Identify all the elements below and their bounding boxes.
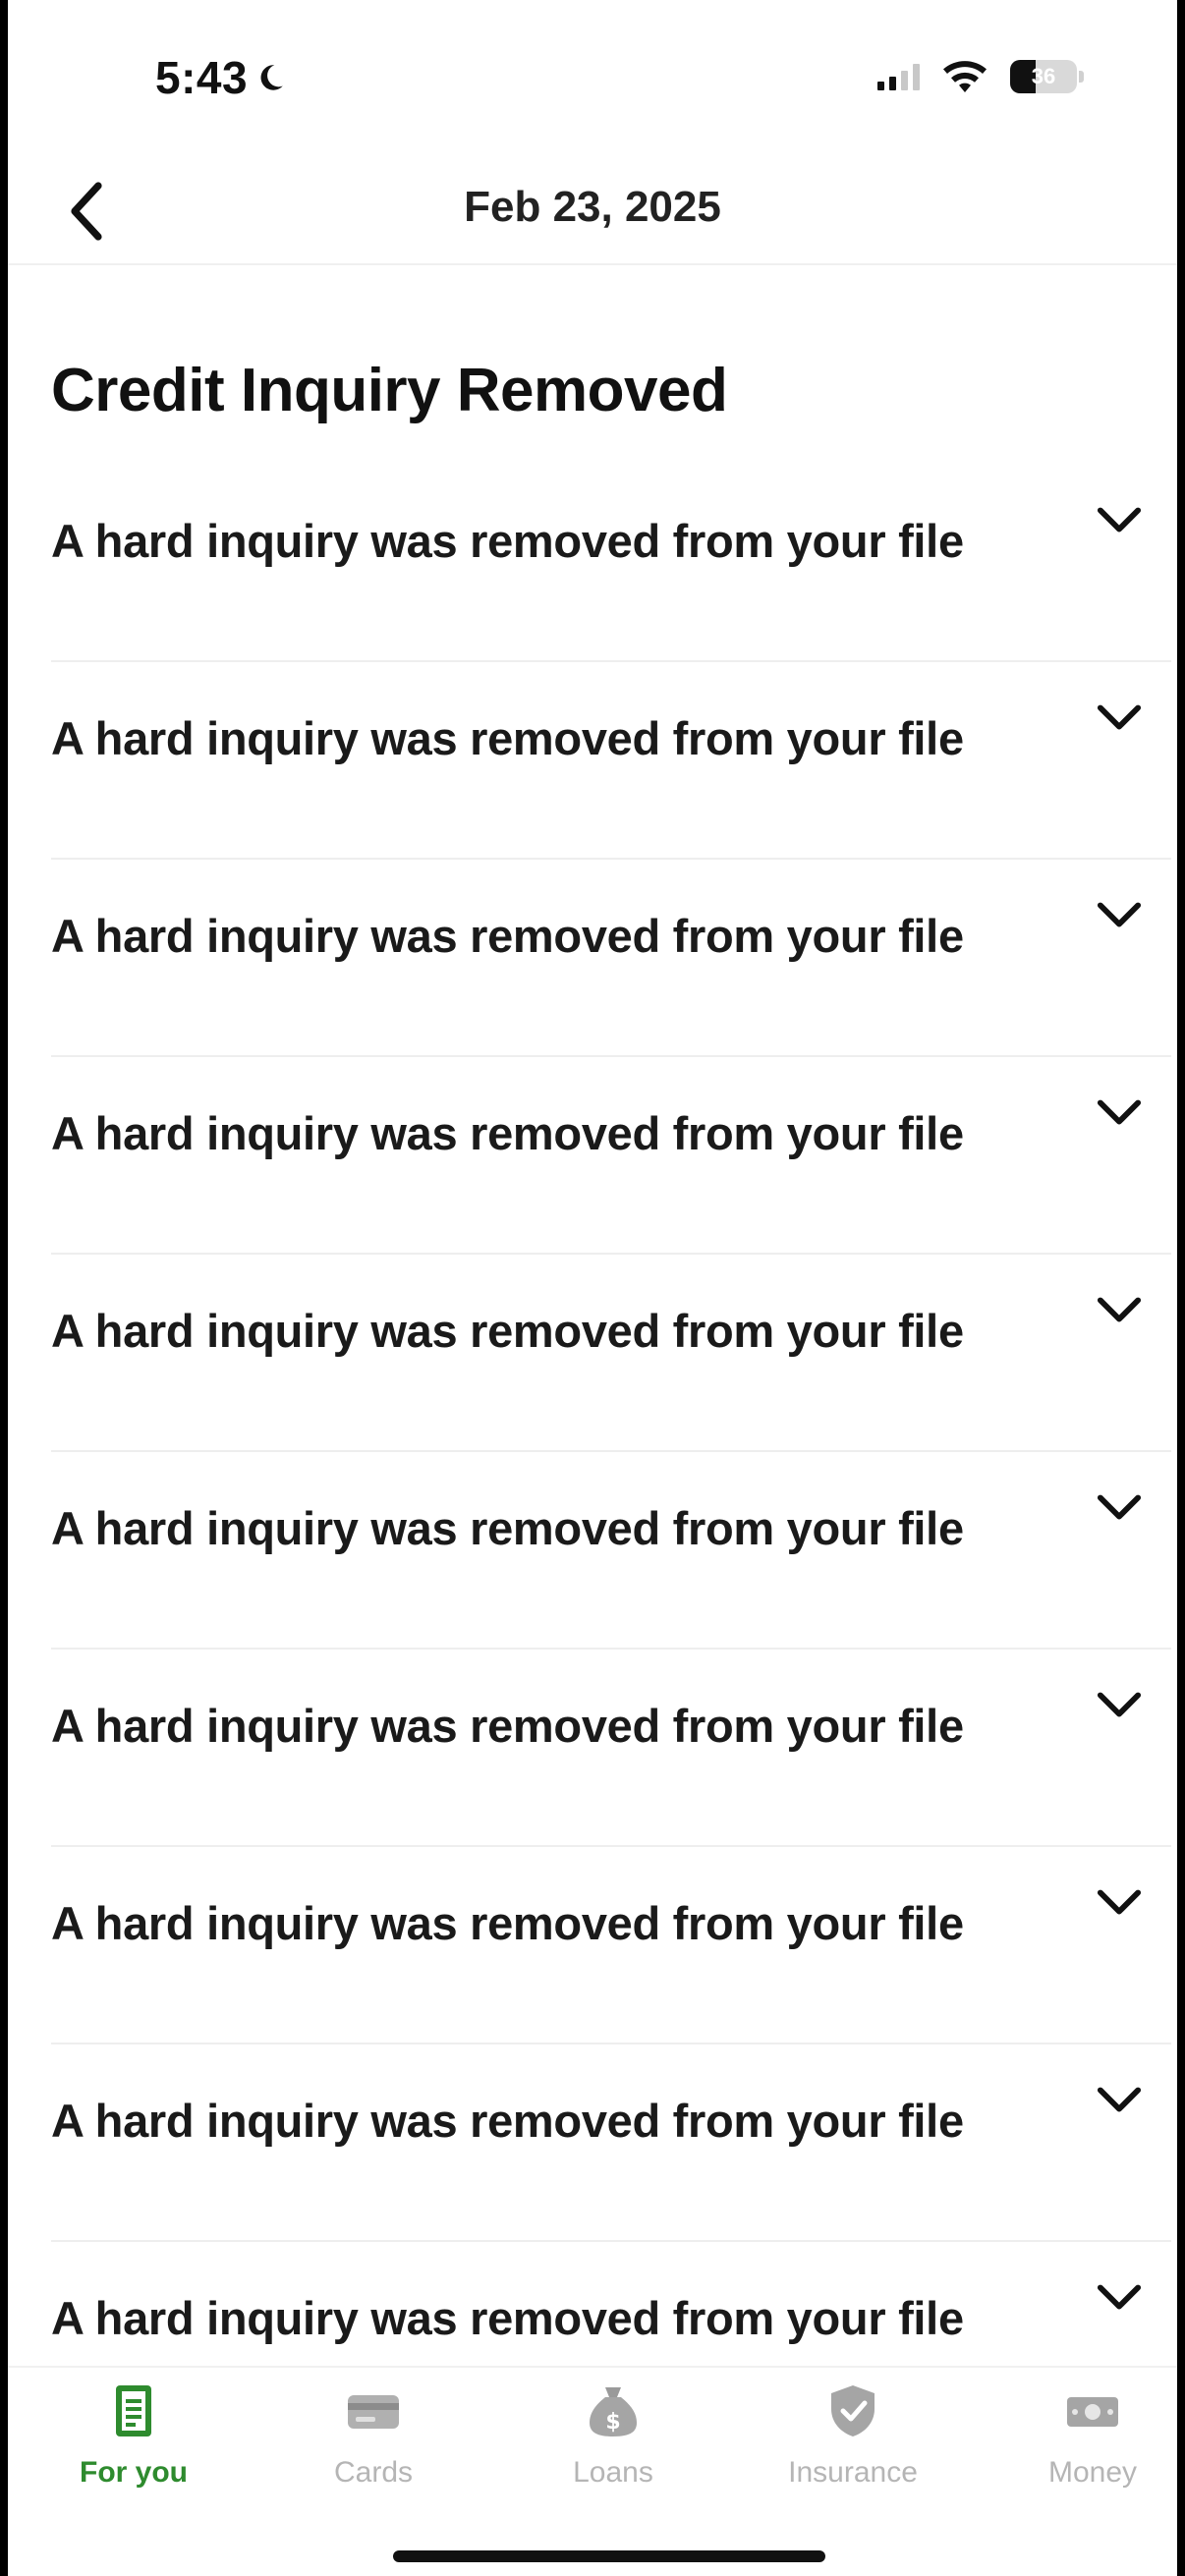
list-item-text: A hard inquiry was removed from your fil… xyxy=(51,910,964,962)
list-item-text: A hard inquiry was removed from your fil… xyxy=(51,1107,964,1159)
list-item-text: A hard inquiry was removed from your fil… xyxy=(51,1700,964,1752)
signal-icon xyxy=(877,63,920,90)
list-item[interactable]: A hard inquiry was removed from your fil… xyxy=(51,465,1171,662)
money-bag-icon: $ xyxy=(590,2387,637,2436)
status-time: 5:43 xyxy=(155,51,287,104)
list-item-text: A hard inquiry was removed from your fil… xyxy=(51,515,964,567)
chevron-down-icon[interactable] xyxy=(1097,2086,1142,2115)
chevron-down-icon[interactable] xyxy=(1097,1493,1142,1523)
cash-icon xyxy=(1067,2397,1118,2427)
list-item-text: A hard inquiry was removed from your fil… xyxy=(51,1305,964,1357)
wifi-icon xyxy=(943,61,987,92)
chevron-down-icon[interactable] xyxy=(1097,703,1142,733)
list-item-text: A hard inquiry was removed from your fil… xyxy=(51,712,964,764)
battery-icon: 36 xyxy=(1010,60,1077,93)
list-item[interactable]: A hard inquiry was removed from your fil… xyxy=(51,860,1171,1057)
chevron-down-icon[interactable] xyxy=(1097,901,1142,930)
list-item-text: A hard inquiry was removed from your fil… xyxy=(51,1502,964,1554)
tab-label: Loans xyxy=(573,2456,653,2489)
svg-text:$: $ xyxy=(605,2410,620,2435)
status-bar: 5:43 36 xyxy=(8,0,1177,147)
chevron-down-icon[interactable] xyxy=(1097,1888,1142,1918)
chevron-down-icon[interactable] xyxy=(1097,2283,1142,2313)
tab-loans[interactable]: $ Loans xyxy=(505,2380,721,2490)
tab-label: Money xyxy=(1047,2456,1138,2489)
list-item[interactable]: A hard inquiry was removed from your fil… xyxy=(51,1452,1171,1650)
list-item[interactable]: A hard inquiry was removed from your fil… xyxy=(51,1847,1171,2044)
chevron-down-icon[interactable] xyxy=(1097,506,1142,535)
moon-icon xyxy=(260,65,283,90)
list-item-text: A hard inquiry was removed from your fil… xyxy=(51,2292,964,2344)
list-item[interactable]: A hard inquiry was removed from your fil… xyxy=(51,662,1171,860)
tab-money[interactable]: Money xyxy=(985,2380,1177,2490)
clock-text: 5:43 xyxy=(155,52,249,103)
tab-label: Cards xyxy=(333,2456,414,2489)
list-item[interactable]: A hard inquiry was removed from your fil… xyxy=(51,1255,1171,1452)
inquiry-list: A hard inquiry was removed from your fil… xyxy=(51,465,1171,2439)
tab-label: For you xyxy=(80,2456,188,2489)
nav-header: Feb 23, 2025 xyxy=(8,147,1177,265)
home-indicator[interactable] xyxy=(393,2550,825,2562)
chevron-down-icon[interactable] xyxy=(1097,1296,1142,1325)
card-icon xyxy=(348,2395,399,2429)
tab-insurance[interactable]: Insurance xyxy=(745,2380,961,2490)
tab-for-you[interactable]: For you xyxy=(26,2380,242,2490)
list-item-text: A hard inquiry was removed from your fil… xyxy=(51,1897,964,1949)
document-icon xyxy=(116,2385,151,2436)
list-item-text: A hard inquiry was removed from your fil… xyxy=(51,2095,964,2147)
app-screen: 5:43 36 Feb 23, 2025 Credit Inquiry Remo… xyxy=(8,0,1177,2576)
list-item[interactable]: A hard inquiry was removed from your fil… xyxy=(51,2044,1171,2242)
tab-cards[interactable]: Cards xyxy=(265,2380,481,2490)
chevron-down-icon[interactable] xyxy=(1097,1098,1142,1128)
status-icons: 36 xyxy=(877,59,1084,94)
page-title: Credit Inquiry Removed xyxy=(51,357,728,424)
shield-icon xyxy=(831,2385,875,2436)
chevron-down-icon[interactable] xyxy=(1097,1691,1142,1720)
list-item[interactable]: A hard inquiry was removed from your fil… xyxy=(51,1057,1171,1255)
header-date: Feb 23, 2025 xyxy=(464,183,721,231)
tab-label: Insurance xyxy=(788,2456,918,2489)
battery-level: 36 xyxy=(1031,64,1056,88)
list-item[interactable]: A hard inquiry was removed from your fil… xyxy=(51,1650,1171,1847)
bottom-tab-bar: For you Cards $ Loans Insurance Money xyxy=(8,2366,1177,2576)
